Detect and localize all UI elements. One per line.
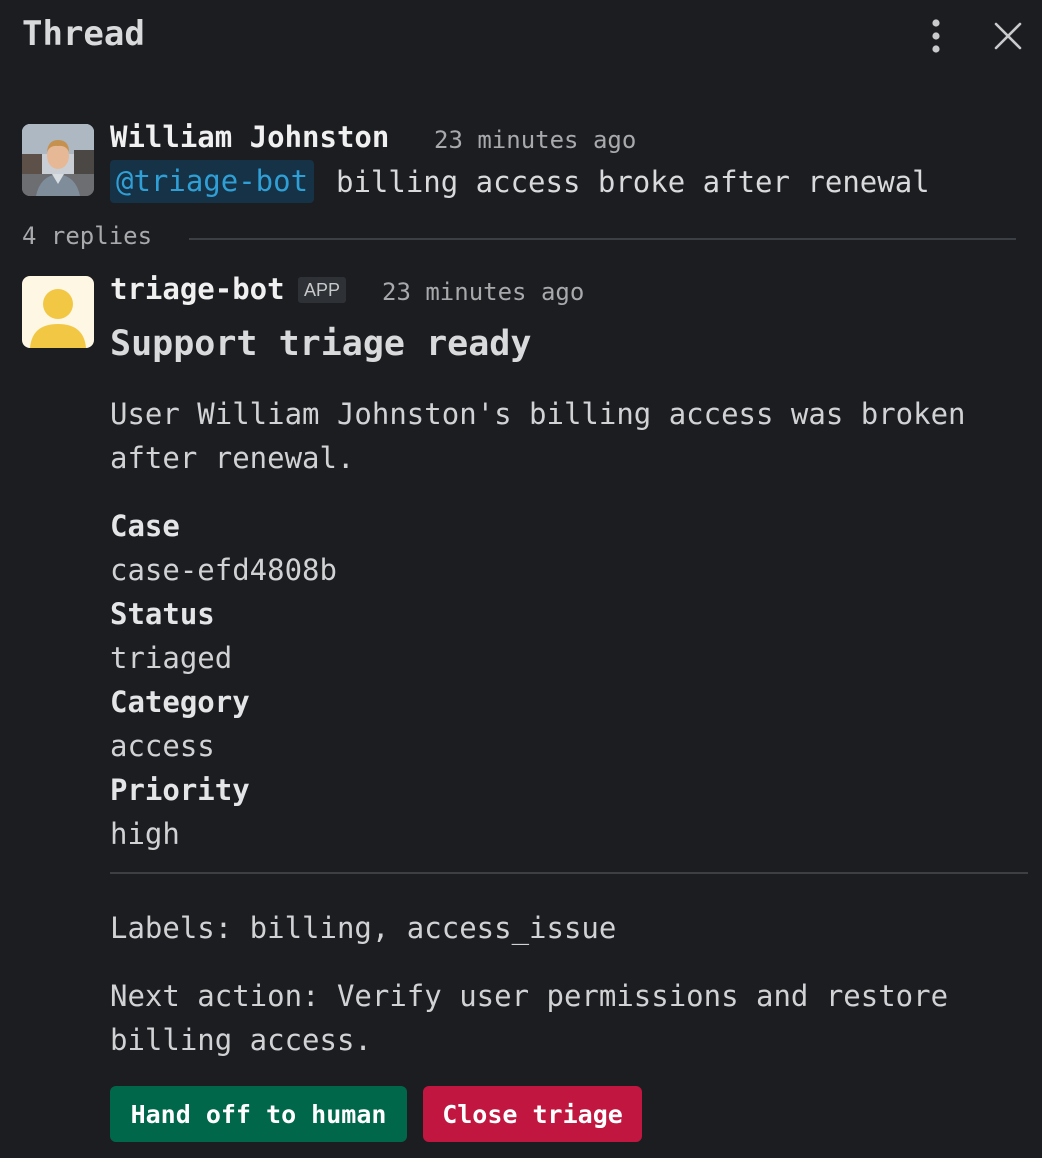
field-value-case: case-efd4808b bbox=[110, 553, 337, 587]
replies-count: 4 replies bbox=[22, 222, 153, 250]
close-x-icon bbox=[994, 22, 1022, 50]
field-value-status: triaged bbox=[110, 641, 233, 675]
root-message-author[interactable]: William Johnston bbox=[110, 120, 389, 154]
close-thread-button[interactable] bbox=[986, 14, 1030, 58]
bot-avatar[interactable] bbox=[22, 276, 94, 348]
mention-triage-bot[interactable]: @triage-bot bbox=[110, 160, 315, 203]
bot-message-author[interactable]: triage-bot bbox=[110, 272, 285, 306]
field-value-priority: high bbox=[110, 817, 180, 851]
field-label-case: Case bbox=[110, 509, 180, 543]
bot-message-timestamp[interactable]: 23 minutes ago bbox=[382, 278, 584, 306]
author-photo bbox=[22, 124, 94, 196]
triage-summary: User William Johnston's billing access w… bbox=[110, 397, 966, 475]
thread-header: Thread bbox=[0, 0, 1042, 72]
next-action-text: Next action: Verify user permissions and… bbox=[110, 979, 949, 1057]
root-message-text: billing access broke after renewal bbox=[336, 165, 930, 199]
root-message-timestamp[interactable]: 23 minutes ago bbox=[434, 126, 636, 154]
labels-text: Labels: billing, access_issue bbox=[110, 911, 617, 945]
thread-title: Thread bbox=[22, 14, 145, 54]
field-value-category: access bbox=[110, 729, 215, 763]
triage-card-title: Support triage ready bbox=[110, 324, 532, 364]
hand-off-to-human-button[interactable]: Hand off to human bbox=[110, 1086, 407, 1142]
user-silhouette-icon bbox=[30, 289, 86, 348]
more-options-button[interactable] bbox=[914, 14, 958, 58]
vertical-ellipsis-icon bbox=[932, 19, 940, 53]
app-badge: APP bbox=[298, 277, 347, 303]
author-avatar[interactable] bbox=[22, 124, 94, 196]
field-label-status: Status bbox=[110, 597, 215, 631]
replies-divider bbox=[189, 238, 1016, 240]
close-triage-button[interactable]: Close triage bbox=[423, 1086, 642, 1142]
section-divider bbox=[110, 872, 1028, 874]
field-label-category: Category bbox=[110, 685, 250, 719]
field-label-priority: Priority bbox=[110, 773, 250, 807]
